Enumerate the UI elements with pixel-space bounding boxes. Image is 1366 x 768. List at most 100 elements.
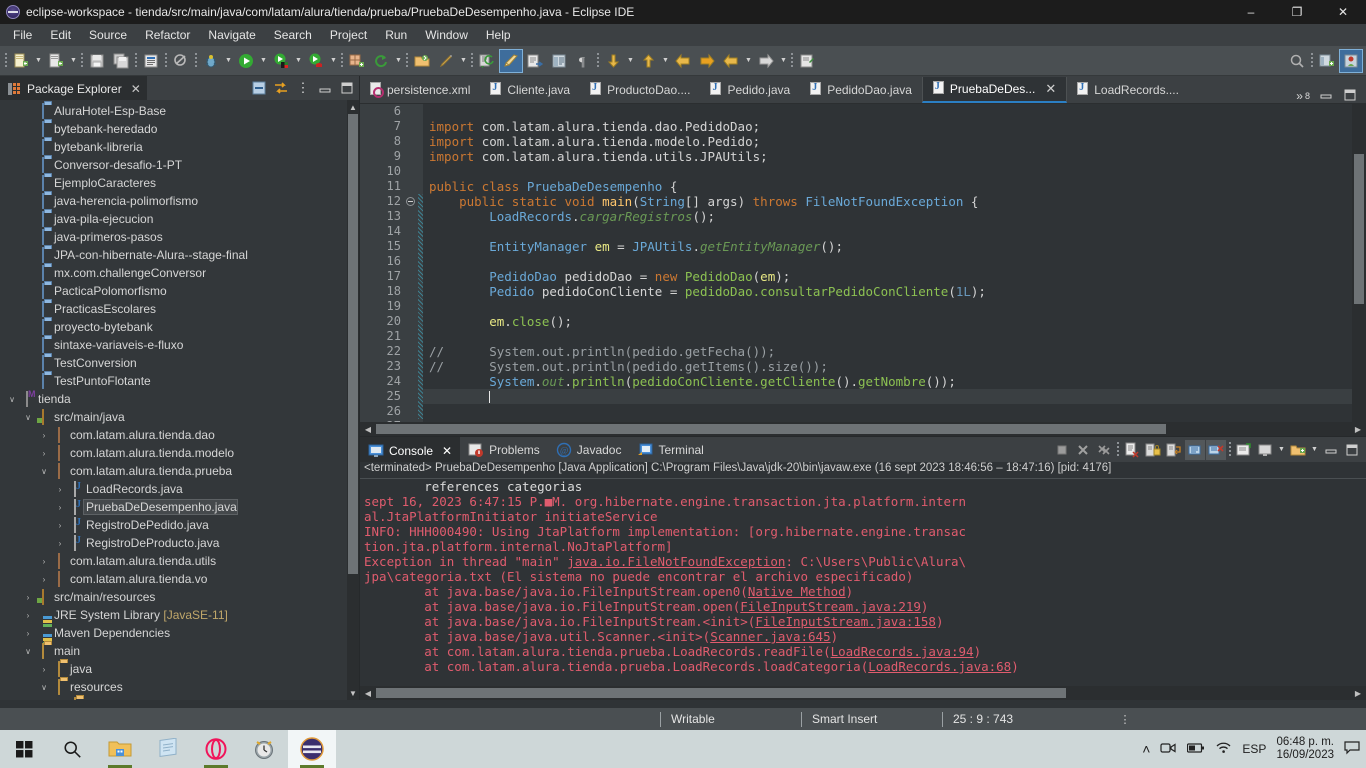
tree-item[interactable]: › Maven Dependencies xyxy=(0,624,359,642)
tree-item[interactable]: ∨ com.latam.alura.tienda.prueba xyxy=(0,462,359,480)
print-icon[interactable] xyxy=(140,50,162,72)
tree-item[interactable]: java-herencia-polimorfismo xyxy=(0,192,359,210)
editor-folding-column[interactable] xyxy=(404,104,418,422)
tree-item[interactable]: mx.com.challengeConversor xyxy=(0,264,359,282)
console-line[interactable]: at java.base/java.io.FileInputStream.<in… xyxy=(364,614,1366,629)
new-console-dropdown-icon[interactable]: ▼ xyxy=(1309,439,1320,461)
new-perspective-icon[interactable] xyxy=(1316,50,1338,72)
new-class-icon[interactable] xyxy=(346,50,368,72)
code-editor[interactable]: 6789101112131415161718192021222324252627… xyxy=(360,104,1366,422)
code-line[interactable]: PedidoDao pedidoDao = new PedidoDao(em); xyxy=(423,269,1366,284)
tree-item[interactable]: › com.latam.alura.tienda.vo xyxy=(0,570,359,588)
status-menu-icon[interactable]: ⋮ xyxy=(1118,713,1132,726)
code-line[interactable]: LoadRecords.cargarRegistros(); xyxy=(423,209,1366,224)
tree-item[interactable]: EjemploCaracteres xyxy=(0,174,359,192)
tree-item[interactable]: JPA-con-hibernate-Alura--stage-final xyxy=(0,246,359,264)
run-dropdown-icon[interactable]: ▼ xyxy=(258,50,269,72)
tree-item[interactable]: › com.latam.alura.tienda.dao xyxy=(0,426,359,444)
tree-item[interactable]: TestConversion xyxy=(0,354,359,372)
code-line[interactable]: public static void main(String[] args) t… xyxy=(423,194,1366,209)
editor-scrollbar[interactable] xyxy=(1352,104,1366,422)
view-menu-icon[interactable]: ⋮ xyxy=(293,78,313,98)
package-explorer-tab[interactable]: Package Explorer ✕ xyxy=(0,76,147,100)
console-line[interactable]: at java.base/java.io.FileInputStream.ope… xyxy=(364,599,1366,614)
tree-item[interactable]: PacticaPolomorfismo xyxy=(0,282,359,300)
menu-project[interactable]: Project xyxy=(321,26,376,44)
chevron-right-icon[interactable]: › xyxy=(54,485,66,494)
tree-item[interactable]: java-primeros-pasos xyxy=(0,228,359,246)
chevron-right-icon[interactable]: › xyxy=(54,539,66,548)
tree-item[interactable]: ∨ resources xyxy=(0,678,359,696)
remove-all-launches-icon[interactable] xyxy=(1094,440,1114,460)
notepad-button[interactable] xyxy=(144,730,192,768)
code-line[interactable] xyxy=(423,164,1366,179)
tray-chevron-icon[interactable]: ˄ xyxy=(1142,741,1150,757)
console-stack-link[interactable]: LoadRecords.java:94 xyxy=(831,644,974,659)
editor-hscroll-thumb[interactable] xyxy=(376,424,1166,434)
scroll-lock-icon[interactable] xyxy=(1143,440,1163,460)
tree-item[interactable]: › src/main/resources xyxy=(0,588,359,606)
console-line[interactable]: at java.base/java.io.FileInputStream.ope… xyxy=(364,584,1366,599)
new-java-project-icon[interactable] xyxy=(45,50,67,72)
forward-nav-dropdown-icon[interactable]: ▼ xyxy=(778,50,789,72)
tree-item[interactable]: › LoadRecords.java xyxy=(0,480,359,498)
save-all-icon[interactable] xyxy=(110,50,132,72)
previous-annotation-icon[interactable] xyxy=(637,50,659,72)
console-stack-link[interactable]: Native Method xyxy=(748,584,846,599)
tree-item[interactable]: ∨ src/main/java xyxy=(0,408,359,426)
tree-item[interactable]: AluraHotel-Esp-Base xyxy=(0,102,359,120)
file-explorer-button[interactable] xyxy=(96,730,144,768)
new-wizard-icon[interactable] xyxy=(10,50,32,72)
console-line[interactable]: at com.latam.alura.tienda.prueba.LoadRec… xyxy=(364,659,1366,674)
console-tab[interactable]: @ Javadoc xyxy=(548,437,630,462)
edit-dropdown-icon[interactable]: ▼ xyxy=(458,50,469,72)
editor-tab[interactable]: PruebaDeDes... ✕ xyxy=(921,77,1068,103)
chevron-down-icon[interactable]: ∨ xyxy=(38,683,50,692)
remove-launch-icon[interactable] xyxy=(1073,440,1093,460)
code-line[interactable] xyxy=(423,299,1366,314)
back-icon[interactable] xyxy=(672,50,694,72)
code-line[interactable]: import com.latam.alura.tienda.dao.Pedido… xyxy=(423,119,1366,134)
chevron-down-icon[interactable]: ∨ xyxy=(22,413,34,422)
new-console-view-icon[interactable] xyxy=(1288,440,1308,460)
close-window-button[interactable]: ✕ xyxy=(1320,0,1366,24)
debug-icon[interactable] xyxy=(200,50,222,72)
minimize-icon[interactable] xyxy=(315,78,335,98)
word-wrap-icon[interactable] xyxy=(1164,440,1184,460)
alarm-clock-button[interactable] xyxy=(240,730,288,768)
pin-editor-icon[interactable] xyxy=(796,50,818,72)
link-with-editor-icon[interactable] xyxy=(271,78,291,98)
scroll-up-icon[interactable]: ▲ xyxy=(347,100,359,114)
scroll-right-icon[interactable]: ▶ xyxy=(1350,425,1366,434)
tree-item[interactable]: › java xyxy=(0,660,359,678)
forward-arrow-icon[interactable] xyxy=(696,50,718,72)
menu-run[interactable]: Run xyxy=(376,26,416,44)
tree-item[interactable]: › RegistroDeProducto.java xyxy=(0,534,359,552)
chevron-right-icon[interactable]: › xyxy=(38,431,50,440)
previous-annotation-dropdown-icon[interactable]: ▼ xyxy=(660,50,671,72)
display-console-icon[interactable] xyxy=(1255,440,1275,460)
code-line[interactable]: import com.latam.alura.tienda.utils.JPAU… xyxy=(423,149,1366,164)
java-perspective-icon[interactable] xyxy=(1339,48,1363,73)
code-line[interactable] xyxy=(423,389,1366,404)
editor-tab[interactable]: PedidoDao.java xyxy=(800,77,922,103)
console-hscroll-thumb[interactable] xyxy=(376,688,1066,698)
back-nav-dropdown-icon[interactable]: ▼ xyxy=(743,50,754,72)
code-line[interactable]: // System.out.println(pedido.getItems().… xyxy=(423,359,1366,374)
refresh-dropdown-icon[interactable]: ▼ xyxy=(393,50,404,72)
new-java-dropdown-icon[interactable]: ▼ xyxy=(68,50,79,72)
console-stack-link[interactable]: java.io.FileNotFoundException xyxy=(567,554,785,569)
chevron-down-icon[interactable]: ∨ xyxy=(6,395,18,404)
next-annotation-dropdown-icon[interactable]: ▼ xyxy=(625,50,636,72)
code-line[interactable] xyxy=(423,224,1366,239)
menu-file[interactable]: File xyxy=(4,26,41,44)
tree-item[interactable]: ›META-INF xyxy=(0,696,359,700)
scroll-left-icon[interactable]: ◀ xyxy=(360,425,376,434)
tree-item[interactable]: java-pila-ejecucion xyxy=(0,210,359,228)
tree-item[interactable]: PracticasEscolares xyxy=(0,300,359,318)
code-line[interactable] xyxy=(423,104,1366,119)
display-console-dropdown-icon[interactable]: ▼ xyxy=(1276,439,1287,461)
eclipse-button[interactable] xyxy=(288,730,336,768)
chevron-right-icon[interactable]: › xyxy=(22,629,34,638)
menu-source[interactable]: Source xyxy=(80,26,136,44)
